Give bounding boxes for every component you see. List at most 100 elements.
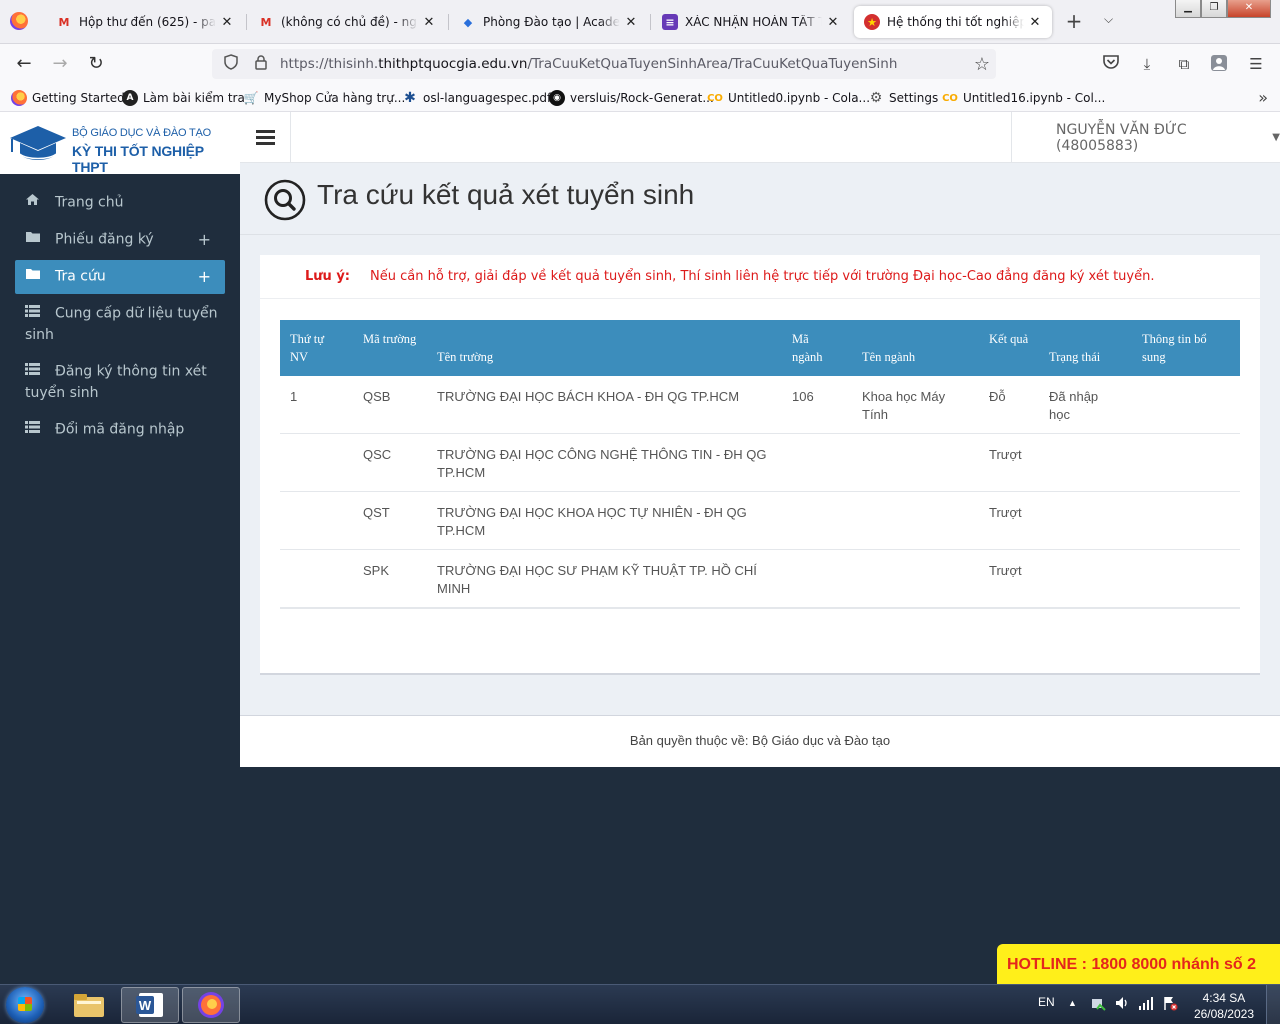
page-title: Tra cứu kết quả xét tuyển sinh: [317, 179, 695, 210]
bookmark-item[interactable]: ◉ versluis/Rock-Generat...: [549, 89, 714, 107]
bookmark-label: osl-languagespec.pdf: [423, 91, 552, 105]
bookmark-star-icon[interactable]: ☆: [968, 54, 996, 75]
cell-thu-tu: [280, 549, 353, 609]
bookmark-item[interactable]: Getting Started: [11, 89, 125, 107]
minimize-button[interactable]: ▁: [1175, 0, 1201, 18]
pocket-icon[interactable]: [1101, 54, 1121, 74]
sidebar-item-phieu-dang-ky[interactable]: Phiếu đăng ký +: [15, 223, 225, 257]
signal-icon[interactable]: [1138, 995, 1154, 1014]
back-arrow-icon[interactable]: ←: [12, 53, 36, 75]
bookmark-label: Untitled16.ipynb - Col...: [963, 91, 1106, 105]
plus-icon[interactable]: +: [198, 229, 211, 250]
lock-icon[interactable]: [250, 54, 272, 74]
show-desktop-button[interactable]: [1266, 985, 1280, 1024]
shield-icon[interactable]: [220, 54, 242, 74]
hotline-banner[interactable]: HOTLINE : 1800 8000 nhánh số 2: [997, 944, 1280, 986]
windows-start-icon[interactable]: [6, 987, 44, 1023]
close-icon[interactable]: ✕: [220, 15, 234, 30]
header-thong-tin-bo-sung[interactable]: Thông tin bổ sung: [1132, 320, 1240, 376]
bookmark-item[interactable]: CO Untitled0.ipynb - Cola...: [707, 89, 870, 107]
cell-trang-thai: [1039, 433, 1132, 492]
action-center-flag-icon[interactable]: [1162, 995, 1178, 1014]
header-thu-tu-nv[interactable]: Thứ tự NV: [280, 320, 353, 376]
sidebar-item-trang-chu[interactable]: Trang chủ: [15, 186, 225, 220]
extensions-icon[interactable]: ⧉: [1174, 54, 1194, 74]
table-row: 1 QSB TRƯỜNG ĐẠI HỌC BÁCH KHOA - ĐH QG T…: [280, 376, 1240, 434]
table-row: SPK TRƯỜNG ĐẠI HỌC SƯ PHẠM KỸ THUẬT TP. …: [280, 549, 1240, 609]
tray-expand-icon[interactable]: ▲: [1068, 998, 1077, 1008]
sidebar-item-cung-cap-du-lieu[interactable]: Cung cấp dữ liệu tuyển sinh: [15, 297, 225, 352]
cell-thu-tu: [280, 491, 353, 550]
bookmark-item[interactable]: ✱ osl-languagespec.pdf: [402, 89, 551, 107]
web-page: BỘ GIÁO DỤC VÀ ĐÀO TẠO KỲ THI TỐT NGHIỆP…: [0, 112, 1280, 767]
svg-text:W: W: [139, 998, 152, 1013]
sidebar-item-doi-ma-dang-nhap[interactable]: Đổi mã đăng nhập: [15, 413, 225, 447]
cell-trang-thai: [1039, 491, 1132, 550]
page-footer: Bản quyền thuộc về: Bộ Giáo dục và Đào t…: [240, 715, 1280, 767]
browser-tab[interactable]: M Hộp thư đến (625) - paypal ✕: [46, 6, 244, 38]
browser-tab[interactable]: ≡ XÁC NHẬN HOÀN TẤT TH ✕: [652, 6, 850, 38]
list-tabs-chevron-icon[interactable]: ⌵: [1104, 12, 1113, 27]
file-explorer-icon: [74, 994, 104, 1017]
chevron-more-icon[interactable]: »: [1258, 88, 1268, 107]
sidebar-item-dang-ky-thong-tin[interactable]: Đăng ký thông tin xét tuyển sinh: [15, 355, 225, 410]
downloads-icon[interactable]: ⤓: [1137, 54, 1157, 74]
close-window-button[interactable]: ✕: [1227, 0, 1271, 18]
cell-ma-nganh: [782, 433, 852, 492]
address-bar[interactable]: https://thisinh.thithptquocgia.edu.vn/Tr…: [212, 49, 996, 79]
header-ma-nganh[interactable]: Mã ngành: [782, 320, 852, 376]
sidebar-item-label: Trang chủ: [55, 194, 124, 211]
bookmark-label: MyShop Cửa hàng trự...: [264, 91, 406, 105]
tab-title: XÁC NHẬN HOÀN TẤT TH: [685, 15, 822, 29]
browser-tab-active[interactable]: ★ Hệ thống thi tốt nghiệp TH ✕: [854, 6, 1052, 38]
header-trang-thai[interactable]: Trạng thái: [1039, 320, 1132, 376]
brand-logo-area[interactable]: BỘ GIÁO DỤC VÀ ĐÀO TẠO KỲ THI TỐT NGHIỆP…: [0, 112, 240, 175]
close-icon[interactable]: ✕: [624, 15, 638, 30]
volume-icon[interactable]: [1114, 995, 1130, 1014]
bookmark-item[interactable]: CO Untitled16.ipynb - Col...: [942, 89, 1105, 107]
list-icon: [25, 303, 45, 324]
header-ma-truong[interactable]: Mã trường: [353, 320, 427, 376]
sidebar-toggle-menu-icon[interactable]: [240, 112, 291, 163]
new-tab-button[interactable]: +: [1064, 10, 1084, 34]
taskbar-firefox[interactable]: [182, 987, 240, 1023]
restore-button[interactable]: ❐: [1201, 0, 1227, 18]
close-icon[interactable]: ✕: [422, 15, 436, 30]
bookmark-item[interactable]: A Làm bài kiểm tra: [122, 89, 245, 107]
browser-tab[interactable]: M (không có chủ đề) - nguyen ✕: [248, 6, 446, 38]
sidebar-item-label: Đăng ký thông tin xét tuyển sinh: [25, 363, 207, 401]
plus-icon[interactable]: +: [198, 266, 211, 287]
cell-trang-thai: Đã nhập học: [1039, 376, 1132, 434]
sidebar: Trang chủ Phiếu đăng ký + Tra cứu + Cung…: [0, 174, 240, 767]
close-icon[interactable]: ✕: [1028, 15, 1042, 30]
system-clock[interactable]: 4:34 SA 26/08/2023: [1194, 990, 1254, 1022]
main-content: Tra cứu kết quả xét tuyển sinh Lưu ý: Nế…: [240, 163, 1280, 767]
browser-tab[interactable]: ◆ Phòng Đào tạo | Academic ✕: [450, 6, 648, 38]
cell-thu-tu: [280, 433, 353, 492]
bookmark-item[interactable]: 🛒 MyShop Cửa hàng trự...: [243, 89, 406, 107]
forms-icon: ≡: [662, 14, 678, 30]
bookmark-item[interactable]: ⚙ Settings: [868, 89, 939, 107]
firefox-menu-icon[interactable]: [10, 12, 28, 30]
app-menu-icon[interactable]: ☰: [1246, 54, 1266, 74]
user-menu[interactable]: NGUYỄN VĂN ĐỨC (48005883) ▼: [1011, 112, 1280, 163]
account-icon[interactable]: [1209, 54, 1229, 74]
sidebar-item-tra-cuu[interactable]: Tra cứu +: [15, 260, 225, 294]
header-ten-nganh[interactable]: Tên ngành: [852, 320, 979, 376]
close-icon[interactable]: ✕: [826, 15, 840, 30]
academic-icon: ◆: [463, 15, 473, 29]
cell-ket-qua: Trượt: [979, 549, 1039, 609]
notice-text: Nếu cần hỗ trợ, giải đáp về kết quả tuyể…: [370, 269, 1155, 284]
ministry-name: BỘ GIÁO DỤC VÀ ĐÀO TẠO: [72, 127, 212, 139]
taskbar-explorer[interactable]: [60, 987, 118, 1023]
word-icon: W: [136, 993, 163, 1017]
header-ket-qua[interactable]: Kết quả: [979, 320, 1039, 376]
forward-arrow-icon[interactable]: →: [48, 53, 72, 75]
cell-ma-nganh: [782, 549, 852, 609]
language-indicator[interactable]: EN: [1038, 995, 1055, 1009]
reload-icon[interactable]: ↻: [84, 53, 108, 75]
network-shield-icon[interactable]: [1090, 995, 1106, 1014]
header-ten-truong[interactable]: Tên trường: [427, 320, 782, 376]
taskbar-word[interactable]: W: [121, 987, 179, 1023]
colab-icon: CO: [707, 92, 723, 104]
